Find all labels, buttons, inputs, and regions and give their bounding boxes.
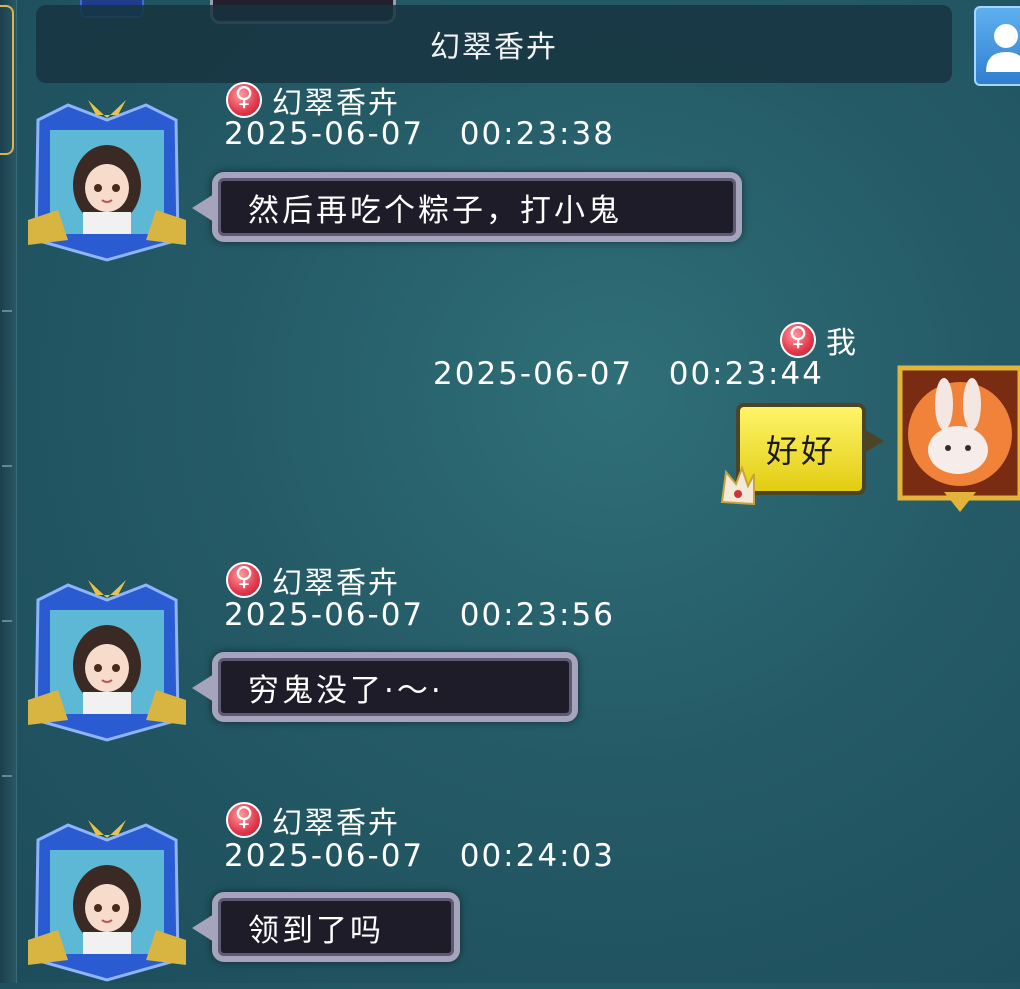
sender-name: 幻翠香卉 — [272, 566, 400, 601]
rail-divider — [2, 310, 12, 312]
rail-active-tab[interactable] — [0, 5, 14, 155]
self-avatar[interactable] — [894, 362, 1020, 512]
message-timestamp: 2025-06-07 00:23:44 — [433, 356, 824, 392]
sender-avatar[interactable] — [28, 820, 186, 982]
message-header: 幻翠香卉 — [226, 798, 400, 842]
message-timestamp: 2025-06-07 00:23:38 — [224, 116, 615, 152]
anime-girl-avatar — [28, 100, 186, 262]
chat-title: 幻翠香卉 — [430, 30, 558, 65]
sender-avatar[interactable] — [28, 100, 186, 262]
message-bubble[interactable]: 领到了吗 — [192, 892, 460, 962]
female-symbol-icon — [226, 562, 262, 598]
anime-girl-avatar — [28, 820, 186, 982]
left-rail — [0, 0, 17, 983]
anime-girl-avatar — [28, 580, 186, 742]
rail-divider — [2, 620, 12, 622]
message-bubble[interactable]: 然后再吃个粽子，打小鬼 — [192, 172, 742, 242]
profile-button[interactable] — [974, 6, 1020, 86]
female-symbol-icon — [226, 82, 262, 118]
chat-title-bar: 幻翠香卉 — [36, 5, 952, 83]
sender-name: 我 — [826, 326, 858, 361]
rail-divider — [2, 775, 12, 777]
user-profile-icon — [986, 24, 1020, 72]
message-header: 幻翠香卉 — [226, 558, 400, 602]
crown-decoration-icon — [720, 465, 755, 506]
female-symbol-icon — [226, 802, 262, 838]
message-timestamp: 2025-06-07 00:23:56 — [224, 597, 615, 633]
rail-divider — [2, 465, 12, 467]
female-symbol-icon — [780, 322, 816, 358]
sender-avatar[interactable] — [28, 580, 186, 742]
message-timestamp: 2025-06-07 00:24:03 — [224, 838, 615, 874]
rabbit-avatar — [897, 365, 1020, 512]
message-bubble[interactable]: 穷鬼没了·～· — [192, 652, 578, 722]
sender-name: 幻翠香卉 — [272, 806, 400, 841]
